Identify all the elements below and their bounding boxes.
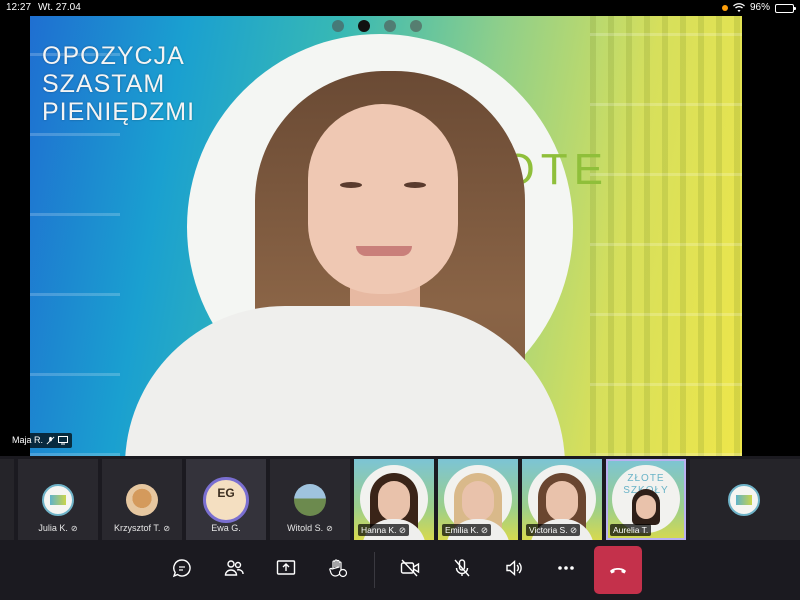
privacy-indicator-icon (721, 5, 728, 11)
landscape-photo-avatar (294, 484, 326, 516)
participant-tile[interactable] (690, 459, 800, 540)
battery-icon (775, 3, 796, 13)
screen-share-icon (58, 436, 69, 445)
participant-name: Krzysztof T. (113, 523, 161, 533)
participant-name: Witold S. (287, 523, 324, 533)
hangup-icon (610, 568, 626, 574)
background-caption-line: OPOZYCJA (42, 42, 185, 70)
speaker-icon (506, 559, 522, 577)
speaker-face (308, 104, 458, 294)
mic-muted-icon: ⊘ (163, 524, 171, 533)
speaker-video: ŁOTE Y OPOZYCJA SZASTAM PIENIĘDZMI (30, 16, 742, 456)
participant-tile[interactable]: Julia K. ⊘ (18, 459, 98, 540)
participant-video-label: Aurelia T. (610, 524, 652, 536)
participant-name: Hanna K. (361, 525, 397, 535)
speaker-button[interactable] (500, 554, 528, 582)
people-icon (224, 560, 244, 576)
participant-video-label: Victoria S. ⊘ (526, 524, 581, 536)
chat-icon (172, 559, 191, 578)
mic-muted-icon: ⊘ (398, 525, 406, 535)
page-dot[interactable] (410, 20, 422, 32)
raise-hand-icon (329, 559, 348, 578)
participant-tile[interactable]: Witold S. ⊘ (270, 459, 350, 540)
speaker-name: Maja R. (12, 435, 44, 445)
participant-tile-speaking[interactable]: EG Ewa G. (186, 459, 266, 540)
teams-meeting-window: 12:27 Wt. 27.04 96% ŁOTE Y OPOZYCJA SZAS… (0, 0, 800, 600)
initials-avatar: EG (203, 477, 249, 523)
toolbar-divider (374, 552, 375, 588)
background-caption: OPOZYCJA SZASTAM PIENIĘDZMI (42, 42, 195, 126)
wifi-icon (733, 3, 745, 12)
page-dot[interactable] (358, 20, 370, 32)
dog-photo-avatar (126, 484, 158, 516)
speaker-name-label: Maja R. (8, 433, 73, 448)
participant-tile[interactable]: Krzysztof T. ⊘ (102, 459, 182, 540)
zlote-szkoly-logo-avatar (728, 484, 760, 516)
share-icon (276, 560, 296, 575)
share-screen-button[interactable] (272, 554, 300, 582)
participant-video-tile-selected[interactable]: ZŁOTE SZKOŁY Aurelia T. (606, 459, 686, 540)
participant-name: Victoria S. (529, 525, 568, 535)
participant-name: Ewa G. (211, 523, 241, 533)
chat-button[interactable] (168, 554, 196, 582)
page-dot[interactable] (384, 20, 396, 32)
camera-toggle-button[interactable] (396, 554, 424, 582)
mic-off-icon (454, 559, 470, 577)
call-controls-toolbar (0, 540, 800, 600)
status-date: Wt. 27.04 (38, 2, 81, 13)
participant-tile-partial[interactable] (0, 459, 14, 540)
zlote-szkoly-logo-avatar (42, 484, 74, 516)
battery-percent: 96% (749, 2, 770, 13)
more-options-button[interactable] (552, 554, 580, 582)
mic-muted-icon: ⊘ (480, 525, 489, 535)
background-caption-line: PIENIĘDZMI (42, 98, 196, 126)
participant-video-tile[interactable]: Hanna K. ⊘ (354, 459, 434, 540)
microphone-toggle-button[interactable] (448, 554, 476, 582)
participants-button[interactable] (220, 554, 248, 582)
reactions-button[interactable] (324, 554, 352, 582)
participant-name: Julia K. (38, 523, 68, 533)
participant-video-tile[interactable]: Emilia K. ⊘ (438, 459, 518, 540)
bookshelf-background (590, 16, 742, 456)
background-caption-line: SZASTAM (42, 70, 166, 98)
status-time: 12:27 (6, 2, 32, 13)
ios-status-bar: 12:27 Wt. 27.04 96% (0, 0, 800, 16)
camera-off-icon (400, 559, 420, 577)
page-dot[interactable] (332, 20, 344, 32)
mic-muted-icon: ⊘ (326, 524, 333, 533)
hang-up-button[interactable] (594, 546, 642, 594)
mic-muted-icon: ⊘ (569, 525, 578, 535)
participant-video-label: Hanna K. ⊘ (358, 524, 409, 536)
video-page-indicator[interactable] (332, 20, 422, 32)
participant-name: Aurelia T. (613, 525, 649, 535)
status-indicators: 96% (721, 0, 796, 16)
participant-video-tile[interactable]: Victoria S. ⊘ (522, 459, 602, 540)
participant-strip[interactable]: Julia K. ⊘ Krzysztof T. ⊘ EG Ewa G. Witold… (0, 456, 800, 540)
participant-video-label: Emilia K. ⊘ (442, 524, 492, 536)
mic-muted-icon (46, 436, 55, 445)
participant-name: Emilia K. (445, 525, 479, 535)
more-icon (558, 566, 574, 570)
main-video-stage[interactable]: ŁOTE Y OPOZYCJA SZASTAM PIENIĘDZMI Maja … (0, 16, 800, 456)
mic-muted-icon: ⊘ (70, 524, 78, 533)
